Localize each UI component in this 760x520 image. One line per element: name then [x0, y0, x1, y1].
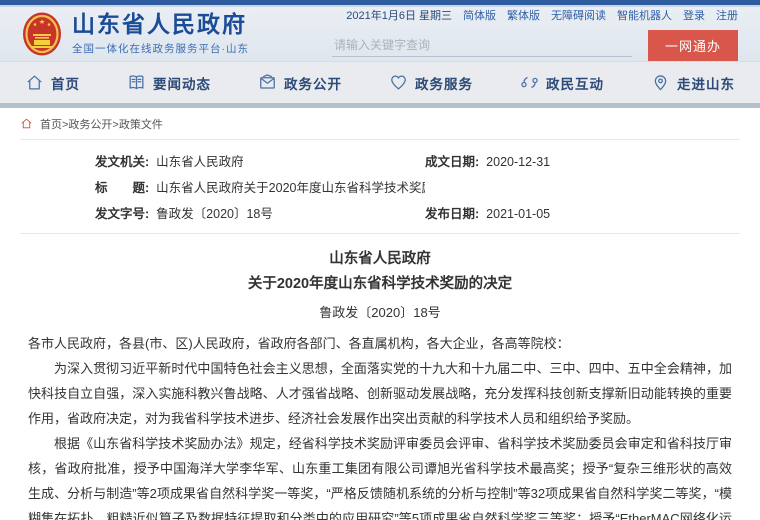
- meta-title-label: 标 题:: [95, 181, 149, 195]
- document-title-line2: 关于2020年度山东省科学技术奖励的决定: [20, 272, 740, 297]
- meta-publish-date-label: 发布日期:: [425, 207, 479, 221]
- link-register[interactable]: 注册: [716, 7, 738, 23]
- meta-publish-date-value: 2021-01-05: [486, 207, 550, 221]
- paragraph: 为深入贯彻习近平新时代中国特色社会主义思想，全面落实党的十九大和十九届二中、三中…: [28, 356, 732, 431]
- header-right: 2021年1月6日 星期三 简体版 繁体版 无障碍阅读 智能机器人 登录 注册 …: [332, 7, 738, 61]
- link-simplified-chinese[interactable]: 简体版: [463, 7, 496, 23]
- home-icon: [25, 73, 44, 92]
- nav-label: 首页: [51, 73, 80, 93]
- document-metadata-box: 发文机关: 山东省人民政府 成文日期: 2020-12-31 标 题: 山东省人民政府…: [20, 139, 740, 234]
- document-title-line1: 山东省人民政府: [20, 247, 740, 272]
- meta-written-date-value: 2020-12-31: [486, 155, 550, 169]
- nav-item-gov-disclosure[interactable]: 政务公开: [258, 73, 342, 93]
- home-icon: [20, 117, 33, 130]
- site-title: 山东省人民政府: [72, 12, 249, 37]
- link-login[interactable]: 登录: [683, 7, 705, 23]
- top-utility-bar: 2021年1月6日 星期三 简体版 繁体版 无障碍阅读 智能机器人 登录 注册: [346, 7, 738, 23]
- document-body: 各市人民政府，各县(市、区)人民政府，省政府各部门、各直属机构，各大企业，各高等…: [20, 331, 740, 520]
- meta-empty-cell: [425, 177, 740, 196]
- meta-doc-no-value: 鲁政发〔2020〕18号: [156, 207, 273, 221]
- national-emblem-logo: [22, 12, 62, 56]
- nav-label: 要闻动态: [153, 73, 211, 93]
- breadcrumb[interactable]: 首页>政务公开>政策文件: [20, 108, 740, 139]
- map-pin-icon: [651, 73, 670, 92]
- main-navigation: 首页 要闻动态 政务公开 政务服务 政民互动 走进山东: [0, 62, 760, 103]
- meta-title: 标 题: 山东省人民政府关于2020年度山东省科学技术奖励的决定: [95, 177, 425, 196]
- meta-title-value: 山东省人民政府关于2020年度山东省科学技术奖励的决定: [156, 181, 425, 195]
- nav-item-gov-services[interactable]: 政务服务: [389, 73, 473, 93]
- nav-label: 走进山东: [677, 73, 735, 93]
- link-smart-robot[interactable]: 智能机器人: [617, 7, 672, 23]
- site-subtitle: 全国一体化在线政务服务平台·山东: [72, 41, 249, 56]
- search-row: 一网通办: [332, 30, 738, 61]
- paragraph: 根据《山东省科学技术奖励办法》规定，经省科学技术奖励评审委员会评审、省科学技术奖…: [28, 431, 732, 520]
- nav-label: 政务服务: [415, 73, 473, 93]
- meta-issuer-label: 发文机关:: [95, 155, 149, 169]
- brand-text: 山东省人民政府 全国一体化在线政务服务平台·山东: [72, 12, 249, 55]
- meta-publish-date: 发布日期: 2021-01-05: [425, 203, 740, 222]
- top-blue-strip: [0, 0, 760, 7]
- meta-doc-no-label: 发文字号:: [95, 207, 149, 221]
- link-accessibility[interactable]: 无障碍阅读: [551, 7, 606, 23]
- site-header: 山东省人民政府 全国一体化在线政务服务平台·山东 2021年1月6日 星期三 简…: [0, 7, 760, 62]
- meta-written-date: 成文日期: 2020-12-31: [425, 151, 740, 170]
- current-date: 2021年1月6日 星期三: [346, 7, 452, 23]
- meta-doc-no: 发文字号: 鲁政发〔2020〕18号: [95, 203, 425, 222]
- nav-item-home[interactable]: 首页: [25, 73, 80, 93]
- site-brand[interactable]: 山东省人民政府 全国一体化在线政务服务平台·山东: [22, 12, 249, 56]
- one-stop-portal-button[interactable]: 一网通办: [648, 30, 738, 61]
- link-traditional-chinese[interactable]: 繁体版: [507, 7, 540, 23]
- nav-item-enter-shandong[interactable]: 走进山东: [651, 73, 735, 93]
- chat-quote-icon: [520, 73, 539, 92]
- meta-written-date-label: 成文日期:: [425, 155, 479, 169]
- heart-icon: [389, 73, 408, 92]
- mail-icon: [258, 73, 277, 92]
- nav-label: 政民互动: [546, 73, 604, 93]
- page-content: 首页>政务公开>政策文件 发文机关: 山东省人民政府 成文日期: 2020-12-3…: [0, 108, 760, 520]
- nav-item-news[interactable]: 要闻动态: [127, 73, 211, 93]
- salutation: 各市人民政府，各县(市、区)人民政府，省政府各部门、各直属机构，各大企业，各高等…: [28, 331, 732, 356]
- search-input[interactable]: [332, 34, 632, 57]
- nav-item-interaction[interactable]: 政民互动: [520, 73, 604, 93]
- book-icon: [127, 73, 146, 92]
- breadcrumb-path: 首页>政务公开>政策文件: [40, 116, 163, 132]
- document-number: 鲁政发〔2020〕18号: [20, 302, 740, 321]
- meta-issuer-value: 山东省人民政府: [156, 155, 244, 169]
- meta-issuer: 发文机关: 山东省人民政府: [95, 151, 425, 170]
- nav-label: 政务公开: [284, 73, 342, 93]
- document-title-block: 山东省人民政府 关于2020年度山东省科学技术奖励的决定 鲁政发〔2020〕18…: [20, 247, 740, 321]
